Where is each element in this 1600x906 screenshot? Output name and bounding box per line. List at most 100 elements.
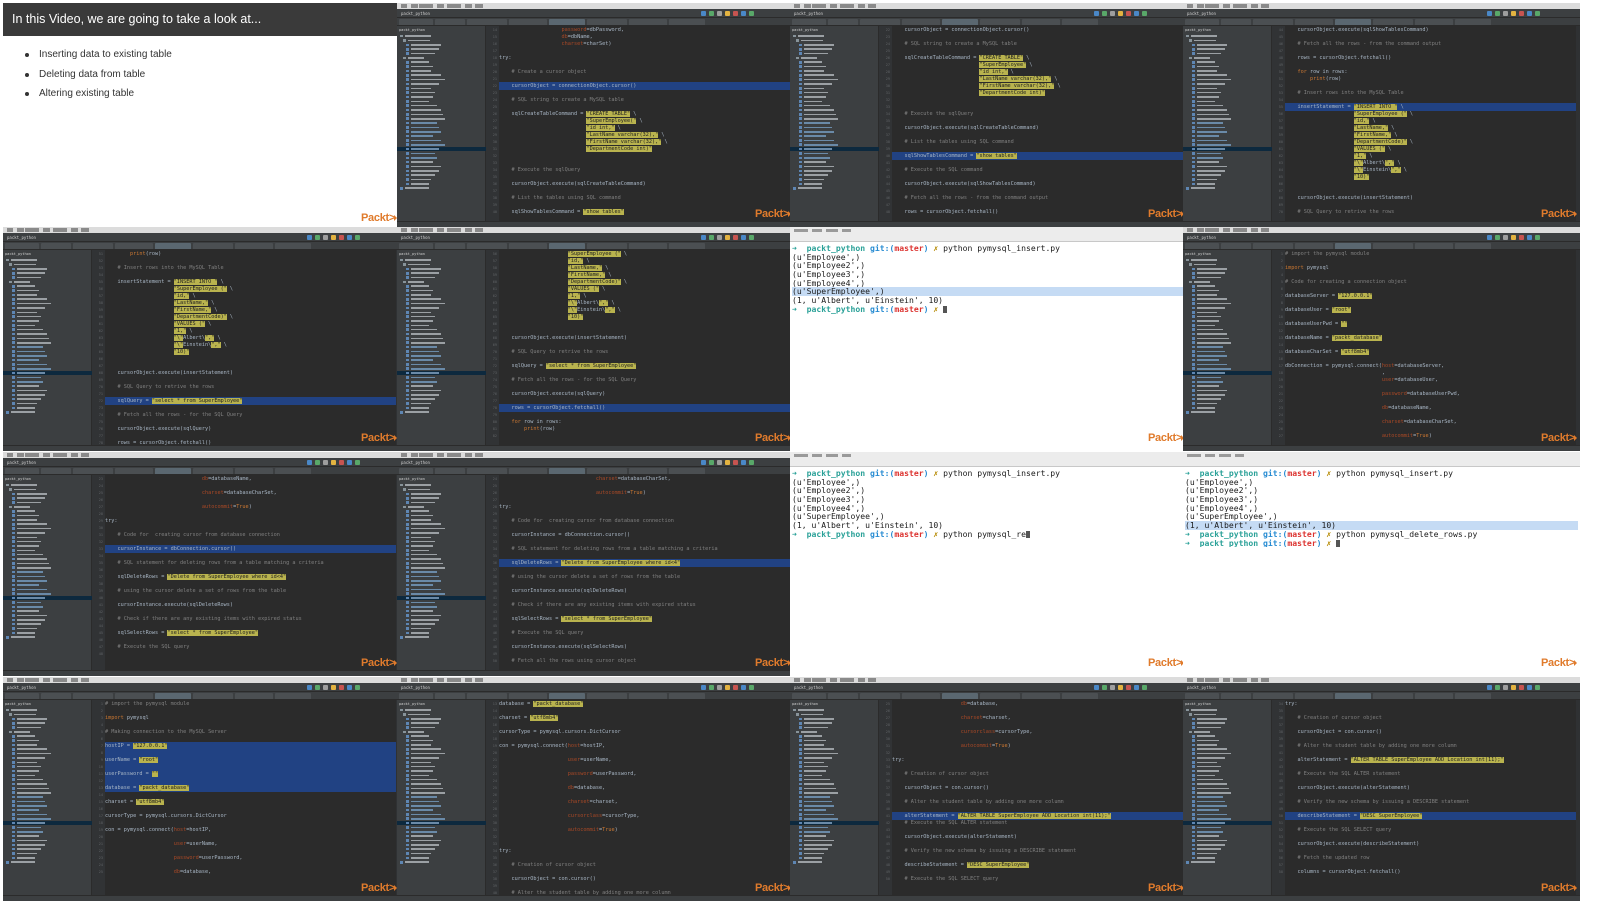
editor-tab[interactable] [5,243,39,249]
editor-tab[interactable] [1373,19,1413,25]
editor-tab[interactable] [1335,693,1371,699]
editor-tab[interactable] [193,693,233,699]
tree-item[interactable] [397,186,486,190]
editor-tab[interactable] [587,243,627,249]
editor-tab[interactable] [792,19,826,25]
editor-scrollbar[interactable] [1576,26,1580,221]
editor-tab[interactable] [1415,19,1453,25]
toolbar-button-icon[interactable] [701,460,706,465]
editor-tab[interactable] [629,19,667,25]
editor-tab[interactable] [1335,243,1371,249]
editor-tab[interactable] [669,693,705,699]
editor-tab[interactable] [435,19,465,25]
editor-tab[interactable] [155,693,191,699]
editor-tab[interactable] [467,468,507,474]
editor-tab[interactable] [1373,243,1413,249]
editor-tab[interactable] [792,693,826,699]
toolbar-button-icon[interactable] [725,685,730,690]
editor-tab[interactable] [1455,19,1491,25]
editor-tab[interactable] [41,468,71,474]
toolbar-button-icon[interactable] [741,11,746,16]
toolbar-button-icon[interactable] [1527,11,1532,16]
toolbar-button-icon[interactable] [741,460,746,465]
editor-tab[interactable] [1253,693,1293,699]
editor-tab[interactable] [509,243,547,249]
editor-tab[interactable] [629,468,667,474]
toolbar-button-icon[interactable] [733,685,738,690]
editor-tab[interactable] [1295,19,1333,25]
editor-tab[interactable] [399,243,433,249]
editor-tab[interactable] [115,468,153,474]
code-editor[interactable]: cursorObject = connectionObject.cursor()… [892,26,1183,221]
editor-tab[interactable] [275,468,311,474]
editor-tab[interactable] [275,693,311,699]
toolbar-button-icon[interactable] [331,460,336,465]
editor-tab[interactable] [1295,693,1333,699]
toolbar-button-icon[interactable] [1511,685,1516,690]
tree-item[interactable] [397,410,486,414]
editor-tab[interactable] [549,693,585,699]
editor-tab[interactable] [980,693,1020,699]
toolbar-button-icon[interactable] [1134,685,1139,690]
tree-item[interactable] [3,410,92,414]
toolbar-button-icon[interactable] [749,235,754,240]
toolbar-button-icon[interactable] [1519,11,1524,16]
toolbar-button-icon[interactable] [1126,685,1131,690]
toolbar-button-icon[interactable] [717,11,722,16]
editor-tab[interactable] [399,19,433,25]
editor-tab[interactable] [1415,693,1453,699]
editor-tab[interactable] [73,693,113,699]
editor-tab[interactable] [275,243,311,249]
editor-tab[interactable] [669,19,705,25]
editor-tab[interactable] [549,468,585,474]
toolbar-button-icon[interactable] [339,460,344,465]
toolbar-button-icon[interactable] [741,685,746,690]
toolbar-button-icon[interactable] [1511,11,1516,16]
toolbar-button-icon[interactable] [1535,11,1540,16]
code-editor[interactable]: try: # Creation of cursor object cursorO… [1285,700,1576,895]
editor-tab[interactable] [73,243,113,249]
editor-tab[interactable] [828,693,858,699]
editor-scrollbar[interactable] [1576,700,1580,895]
toolbar-button-icon[interactable] [717,685,722,690]
toolbar-button-icon[interactable] [1126,11,1131,16]
editor-tab[interactable] [1185,693,1219,699]
editor-tab[interactable] [1185,243,1219,249]
editor-tab[interactable] [509,19,547,25]
toolbar-button-icon[interactable] [339,685,344,690]
toolbar-button-icon[interactable] [1134,11,1139,16]
editor-tab[interactable] [399,468,433,474]
editor-tab[interactable] [902,693,940,699]
toolbar-button-icon[interactable] [733,460,738,465]
toolbar-button-icon[interactable] [323,235,328,240]
toolbar-button-icon[interactable] [1094,685,1099,690]
editor-tab[interactable] [860,693,900,699]
editor-tab[interactable] [1373,693,1413,699]
editor-tab[interactable] [193,243,233,249]
editor-tab[interactable] [155,243,191,249]
editor-tab[interactable] [399,693,433,699]
code-editor[interactable]: db=database, charset=charset, cursorclas… [892,700,1183,895]
editor-tab[interactable] [669,243,705,249]
toolbar-button-icon[interactable] [749,685,754,690]
toolbar-button-icon[interactable] [1142,685,1147,690]
toolbar-button-icon[interactable] [1503,11,1508,16]
toolbar-button-icon[interactable] [701,11,706,16]
toolbar-button-icon[interactable] [1487,685,1492,690]
editor-tab[interactable] [5,693,39,699]
toolbar-button-icon[interactable] [1495,685,1500,690]
toolbar-button-icon[interactable] [355,460,360,465]
editor-tab[interactable] [902,19,940,25]
editor-tab[interactable] [435,468,465,474]
tree-item[interactable] [3,635,92,639]
editor-tab[interactable] [467,693,507,699]
tree-item[interactable] [397,860,486,864]
editor-tab[interactable] [467,243,507,249]
tree-item[interactable] [3,860,92,864]
toolbar-button-icon[interactable] [709,235,714,240]
editor-tab[interactable] [73,468,113,474]
editor-tab[interactable] [1253,243,1293,249]
toolbar-button-icon[interactable] [1503,235,1508,240]
code-editor[interactable]: cursorObject.execute(sqlShowTablesComman… [1285,26,1576,221]
toolbar-button-icon[interactable] [741,235,746,240]
